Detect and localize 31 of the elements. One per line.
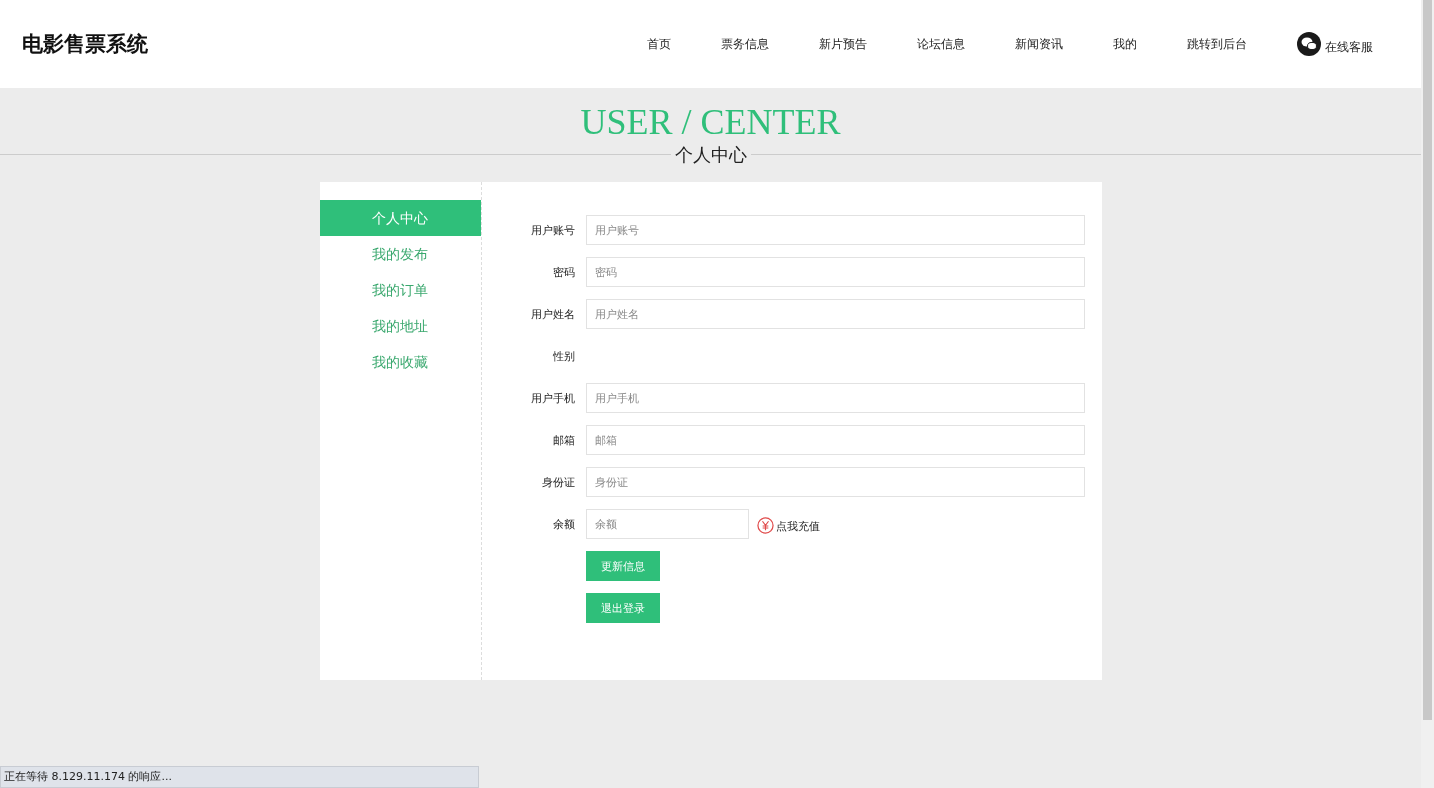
field-label: 密码: [551, 264, 575, 280]
nav-link[interactable]: 论坛信息: [917, 35, 965, 53]
input-field[interactable]: 余额: [585, 509, 749, 539]
nav-link[interactable]: 首页: [647, 35, 671, 53]
input-field[interactable]: 密码: [585, 257, 1085, 287]
yen-icon: [756, 516, 774, 534]
site-logo: 电影售票系统: [22, 31, 148, 58]
input-field[interactable]: 身份证: [585, 467, 1085, 497]
input-field[interactable]: 邮箱: [585, 425, 1085, 455]
scrollbar[interactable]: [1421, 0, 1434, 788]
input-field[interactable]: 用户手机: [585, 383, 1085, 413]
nav-link[interactable]: 新片预告: [819, 35, 867, 53]
input-field[interactable]: 用户账号: [585, 215, 1085, 245]
section-title: USER / CENTER: [579, 102, 842, 142]
nav-link[interactable]: 新闻资讯: [1015, 35, 1063, 53]
chat-icon[interactable]: [1297, 32, 1321, 56]
field-label: 性别: [551, 348, 575, 364]
field-label: 邮箱: [551, 432, 575, 448]
nav-link[interactable]: 我的: [1113, 35, 1137, 53]
field-label: 用户账号: [529, 222, 575, 238]
nav-link[interactable]: 票务信息: [721, 35, 769, 53]
nav-link[interactable]: 跳转到后台: [1187, 35, 1247, 53]
recharge-link[interactable]: 点我充值: [775, 518, 820, 534]
section-subtitle: 个人中心: [670, 143, 751, 167]
status-bar: 正在等待 8.129.11.174 的响应...: [0, 766, 479, 788]
input-field[interactable]: 用户姓名: [585, 299, 1085, 329]
service-link[interactable]: 在线客服: [1325, 38, 1373, 56]
field-label: 余额: [551, 516, 575, 532]
field-label: 用户手机: [529, 390, 575, 406]
field-label: 身份证: [540, 474, 575, 490]
field-label: 用户姓名: [529, 306, 575, 322]
